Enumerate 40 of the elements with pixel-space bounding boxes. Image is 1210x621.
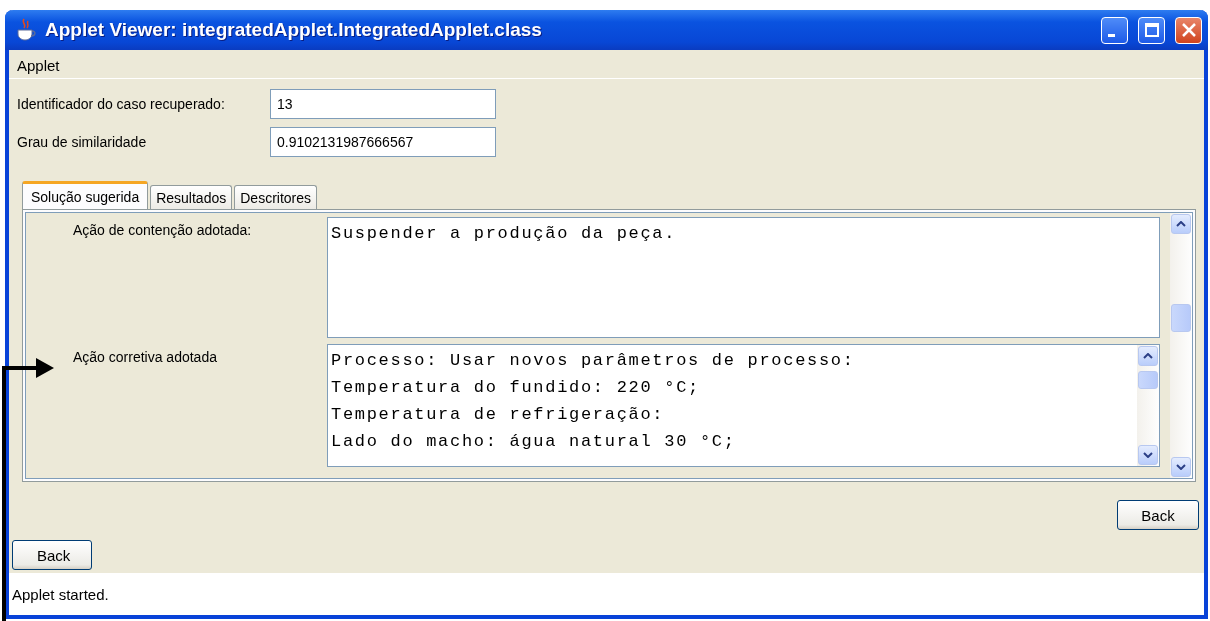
caret-up-icon — [1176, 221, 1186, 227]
maximize-button[interactable] — [1138, 16, 1165, 44]
input-field[interactable]: 0.9102131987666567 — [270, 127, 496, 157]
back-button[interactable]: Back — [1117, 500, 1199, 530]
field-label: Ação corretiva adotada — [73, 348, 218, 365]
coffee-cup-icon — [15, 18, 37, 42]
status-text: Applet started. — [12, 585, 109, 603]
scroll-thumb[interactable] — [1138, 371, 1158, 389]
text-line: Temperatura do fundido: 220 °C; — [331, 377, 701, 399]
close-icon — [1180, 22, 1197, 38]
minimize-icon — [1108, 33, 1115, 37]
text-line: Processo: Usar novos parâmetros de processo: — [331, 350, 856, 372]
caret-up-icon — [1143, 353, 1153, 359]
window-title: Applet Viewer: integratedApplet.IntegratedApplet.class — [45, 19, 543, 41]
back-button[interactable]: Back — [12, 540, 92, 570]
scroll-up-button[interactable] — [1138, 346, 1158, 366]
scroll-thumb[interactable] — [1171, 304, 1191, 332]
tab[interactable]: Solução sugerida — [22, 181, 149, 209]
input-field[interactable]: 13 — [270, 89, 496, 119]
text-line: Temperatura de refrigeração: — [331, 404, 666, 426]
field-label: Grau de similaridade — [17, 134, 148, 150]
minimize-button[interactable] — [1101, 16, 1128, 44]
text-line: Suspender a produção da peça. — [331, 223, 678, 245]
caret-down-icon — [1143, 452, 1153, 458]
scrollbar[interactable] — [1137, 345, 1159, 466]
scroll-down-button[interactable] — [1138, 445, 1158, 465]
scrollbar[interactable] — [1170, 213, 1192, 478]
scroll-up-button[interactable] — [1171, 214, 1191, 234]
field-label: Identificador do caso recuperado: — [17, 96, 226, 112]
maximize-icon — [1143, 22, 1160, 38]
text-area[interactable]: Processo: Usar novos parâmetros de processo: Temperatura do fundido: 220 °C; Temperatura de refrigeração: Lado do macho: água natural 30 °C; — [327, 344, 1160, 467]
caret-down-icon — [1176, 464, 1186, 470]
menu-item[interactable]: Applet — [13, 54, 66, 74]
text-area[interactable]: Suspender a produção da peça. — [327, 217, 1160, 338]
scroll-down-button[interactable] — [1171, 457, 1191, 477]
tab[interactable]: Resultados — [150, 185, 233, 209]
text-line: Lado do macho: água natural 30 °C; — [331, 431, 737, 453]
field-label: Ação de contenção adotada: — [73, 221, 253, 238]
close-button[interactable] — [1175, 16, 1202, 44]
tab[interactable]: Descritores — [234, 185, 318, 209]
